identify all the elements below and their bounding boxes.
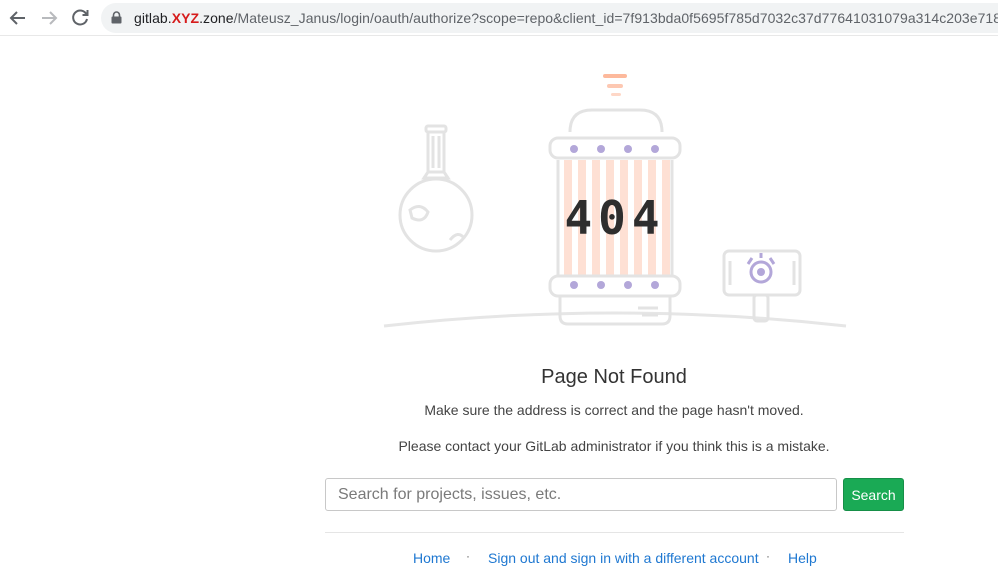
help-link[interactable]: Help xyxy=(788,550,817,566)
url-path: /Mateusz_Janus/login/oauth/authorize?sco… xyxy=(233,10,998,26)
lock-icon xyxy=(111,11,122,24)
url-text: gitlab.​XYZ​.zone/Mateusz_Janus/login/oa… xyxy=(134,10,998,26)
message-contact-admin: Please contact your GitLab administrator… xyxy=(398,438,830,454)
404-code: 404 xyxy=(564,191,665,245)
address-bar[interactable]: gitlab.​XYZ​.zone/Mateusz_Janus/login/oa… xyxy=(101,3,998,33)
sign-out-link[interactable]: Sign out and sign in with a different ac… xyxy=(488,550,759,566)
reload-icon[interactable] xyxy=(68,6,92,30)
url-host-prefix: gitlab. xyxy=(134,10,172,26)
planet-icon xyxy=(398,124,474,253)
page-title: Page Not Found xyxy=(541,366,687,388)
browser-toolbar: gitlab.​XYZ​.zone/Mateusz_Janus/login/oa… xyxy=(0,0,998,36)
search-input[interactable] xyxy=(325,478,837,511)
footer-separator: · xyxy=(466,549,470,563)
search-button[interactable]: Search xyxy=(843,478,904,511)
url-redacted-segment: ​XYZ​ xyxy=(171,10,200,26)
sign-post-icon xyxy=(722,249,802,323)
url-host-suffix: .zone xyxy=(199,10,234,26)
back-arrow-icon[interactable] xyxy=(6,6,30,30)
message-address: Make sure the address is correct and the… xyxy=(424,402,804,418)
divider xyxy=(325,532,904,533)
robot-body: 404 xyxy=(548,74,682,326)
footer-separator: · xyxy=(766,549,770,563)
home-link[interactable]: Home xyxy=(413,550,450,566)
forward-arrow-icon[interactable] xyxy=(37,6,61,30)
404-illustration: 404 xyxy=(383,74,847,328)
